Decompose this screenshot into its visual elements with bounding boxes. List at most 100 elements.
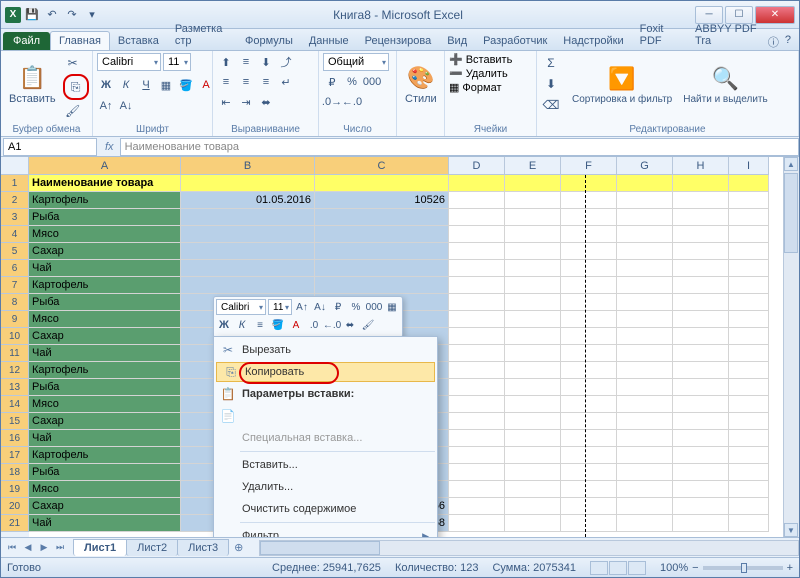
cell[interactable] (449, 379, 505, 396)
find-select-button[interactable]: 🔍 Найти и выделить (679, 53, 771, 117)
cell[interactable] (561, 294, 617, 311)
cell[interactable] (729, 328, 769, 345)
cell[interactable] (561, 430, 617, 447)
cell[interactable]: Чай (29, 515, 181, 532)
cell[interactable] (561, 243, 617, 260)
tab-file[interactable]: Файл (3, 32, 50, 50)
cell[interactable] (673, 192, 729, 209)
cell[interactable] (449, 277, 505, 294)
mini-dec-dec[interactable]: ←.0 (324, 317, 340, 333)
cells-format-button[interactable]: ▦Формат (449, 81, 501, 94)
scroll-thumb[interactable] (784, 173, 798, 253)
currency-button[interactable]: ₽ (323, 73, 341, 91)
cell[interactable] (505, 498, 561, 515)
cell[interactable] (181, 209, 315, 226)
cell[interactable] (505, 464, 561, 481)
select-all-corner[interactable] (1, 157, 29, 175)
cell[interactable] (617, 243, 673, 260)
mini-font-color[interactable]: A (288, 317, 304, 333)
row-header[interactable]: 15 (1, 413, 29, 430)
minimize-ribbon-icon[interactable]: ⓘ (768, 34, 779, 50)
row-header[interactable]: 12 (1, 362, 29, 379)
cell[interactable] (315, 260, 449, 277)
cell[interactable]: Картофель (29, 362, 181, 379)
indent-dec-button[interactable]: ⇤ (217, 93, 235, 111)
cell[interactable] (729, 243, 769, 260)
grow-font-button[interactable]: A↑ (97, 97, 115, 115)
row-header[interactable]: 2 (1, 192, 29, 209)
cell[interactable] (449, 515, 505, 532)
tab-insert[interactable]: Вставка (110, 32, 167, 50)
row-header[interactable]: 5 (1, 243, 29, 260)
cell[interactable] (561, 396, 617, 413)
row-header[interactable]: 3 (1, 209, 29, 226)
mini-bold[interactable]: Ж (216, 317, 232, 333)
dec-decimal-button[interactable]: ←.0 (343, 93, 361, 111)
tab-foxit[interactable]: Foxit PDF (632, 20, 687, 50)
cell[interactable]: Мясо (29, 481, 181, 498)
cell[interactable] (315, 226, 449, 243)
new-sheet-button[interactable]: ⊕ (228, 541, 249, 554)
cell[interactable]: Чай (29, 345, 181, 362)
cell[interactable] (617, 192, 673, 209)
row-header[interactable]: 21 (1, 515, 29, 532)
cell[interactable] (673, 311, 729, 328)
cell[interactable] (449, 413, 505, 430)
cell[interactable] (449, 481, 505, 498)
paste-button[interactable]: 📋 Вставить (5, 53, 60, 117)
row-header[interactable]: 1 (1, 175, 29, 192)
cell[interactable] (673, 243, 729, 260)
qat-save[interactable]: 💾 (23, 6, 41, 24)
cell[interactable] (617, 430, 673, 447)
cell[interactable] (561, 515, 617, 532)
cell[interactable] (673, 277, 729, 294)
col-header-D[interactable]: D (449, 157, 505, 175)
cell[interactable]: Сахар (29, 498, 181, 515)
cell[interactable] (505, 481, 561, 498)
col-header-E[interactable]: E (505, 157, 561, 175)
qat-undo[interactable]: ↶ (43, 6, 61, 24)
cell[interactable]: Наименование товара (29, 175, 181, 192)
cell[interactable] (505, 379, 561, 396)
tab-abbyy[interactable]: ABBYY PDF Tra (687, 20, 768, 50)
mini-percent[interactable]: % (348, 299, 364, 315)
cut-button[interactable]: ✂ (63, 53, 83, 73)
cell[interactable]: Рыба (29, 379, 181, 396)
cell[interactable] (505, 243, 561, 260)
cell[interactable] (561, 260, 617, 277)
indent-inc-button[interactable]: ⇥ (237, 93, 255, 111)
cell[interactable] (449, 226, 505, 243)
cell[interactable] (617, 345, 673, 362)
cell[interactable] (617, 481, 673, 498)
cell[interactable] (315, 209, 449, 226)
mini-fill-color[interactable]: 🪣 (270, 317, 286, 333)
row-header[interactable]: 7 (1, 277, 29, 294)
view-pagebreak-button[interactable] (628, 561, 646, 575)
cell[interactable] (449, 345, 505, 362)
zoom-out-button[interactable]: − (692, 562, 698, 574)
cell[interactable] (673, 498, 729, 515)
sheet-nav-first[interactable]: ⏮ (5, 541, 19, 555)
tab-review[interactable]: Рецензирова (357, 32, 440, 50)
cell[interactable] (673, 226, 729, 243)
cell[interactable] (181, 277, 315, 294)
cell[interactable] (449, 260, 505, 277)
ctx-clear[interactable]: Очистить содержимое (214, 498, 437, 520)
cell[interactable] (729, 311, 769, 328)
tab-developer[interactable]: Разработчик (475, 32, 555, 50)
cell[interactable] (729, 362, 769, 379)
cell[interactable] (729, 277, 769, 294)
zoom-level[interactable]: 100% (660, 562, 688, 574)
cell[interactable] (673, 515, 729, 532)
clear-button[interactable]: ⌫ (541, 95, 561, 115)
mini-shrink-font[interactable]: A↓ (312, 299, 328, 315)
row-header[interactable]: 9 (1, 311, 29, 328)
cell[interactable] (505, 413, 561, 430)
cell[interactable] (561, 345, 617, 362)
cell[interactable] (617, 328, 673, 345)
cell[interactable] (315, 277, 449, 294)
cell[interactable] (729, 447, 769, 464)
cell[interactable] (449, 243, 505, 260)
cells-delete-button[interactable]: ➖Удалить (449, 67, 508, 80)
cell[interactable] (617, 413, 673, 430)
